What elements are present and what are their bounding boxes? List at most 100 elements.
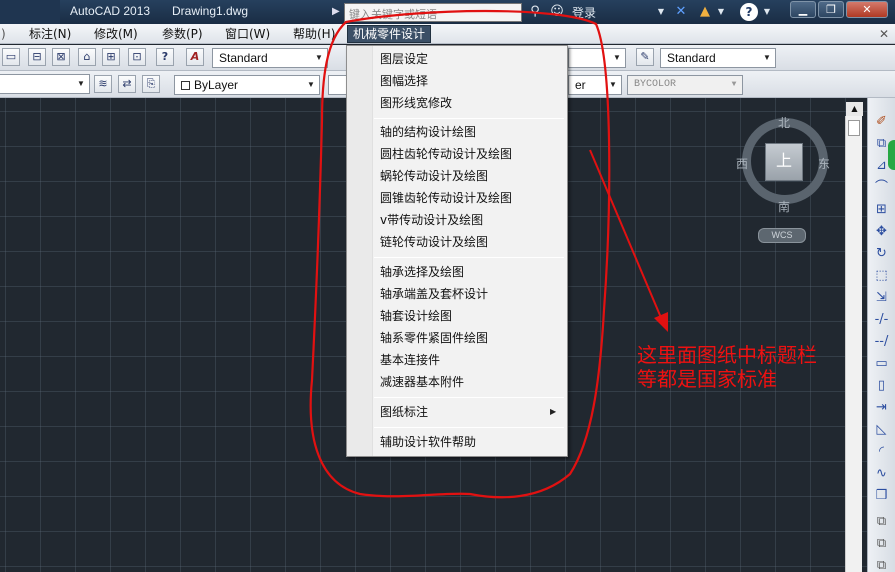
menu-item-fasteners[interactable]: 轴系零件紧固件绘图	[380, 329, 488, 347]
menu-item-drawing-annotation[interactable]: 图纸标注	[380, 403, 428, 421]
compass-east[interactable]: 东	[818, 155, 830, 172]
move-icon[interactable]: ✥	[872, 222, 891, 241]
table-style-icon[interactable]: ✎	[636, 48, 654, 66]
menu-item-bevel-gear[interactable]: 圆锥齿轮传动设计及绘图	[380, 189, 512, 207]
offset-icon[interactable]: ⌒	[872, 178, 891, 197]
tool-icon-2[interactable]: ⊟	[28, 48, 46, 66]
layer-properties-icon[interactable]: ≋	[94, 75, 112, 93]
compass-west[interactable]: 西	[736, 155, 748, 172]
menu-mechanical-parts-design[interactable]: 机械零件设计	[347, 25, 432, 43]
tool-icon-6[interactable]: ⊡	[128, 48, 146, 66]
exchange-icon[interactable]: ✕	[672, 3, 690, 21]
tool-icon-3[interactable]: ⊠	[52, 48, 70, 66]
menu-item-layer-setup[interactable]: 图层设定	[380, 50, 428, 68]
menu-item-spur-gear[interactable]: 圆柱齿轮传动设计及绘图	[380, 145, 512, 163]
binoculars-icon[interactable]: ⚲	[526, 3, 544, 21]
annotation-text-line1: 这里面图纸中标题栏	[637, 343, 817, 367]
chevron-down-icon: ▼	[315, 53, 323, 62]
menu-item-bearing-cap[interactable]: 轴承端盖及套杯设计	[380, 285, 488, 303]
menu-item-sheet-size[interactable]: 图幅选择	[380, 72, 428, 90]
user-icon[interactable]: ☺	[548, 3, 566, 21]
menu-dimension[interactable]: 标注(N)	[26, 26, 74, 42]
scrollbar-thumb[interactable]	[848, 120, 860, 136]
tool-icon-1[interactable]: ▭	[2, 48, 20, 66]
help-toolbar-icon[interactable]: ?	[156, 48, 174, 66]
a360-icon[interactable]: ▲	[696, 3, 714, 21]
group-icon[interactable]: ⧉	[872, 534, 891, 553]
chevron-down-icon: ▼	[609, 80, 617, 89]
login-dropdown-icon[interactable]: ▼	[656, 3, 666, 21]
explode-icon[interactable]: ❒	[872, 486, 891, 505]
menu-help[interactable]: 帮助(H)	[290, 26, 338, 42]
vertical-scrollbar[interactable]: ▲	[845, 102, 863, 572]
linetype-combo-edge[interactable]	[328, 75, 348, 95]
viewcube-top-face[interactable]: 上	[765, 143, 803, 181]
wcs-menu-button[interactable]: WCS	[758, 228, 806, 243]
draworder-icon[interactable]: ⧉	[872, 512, 891, 531]
app-title: AutoCAD 2013	[70, 4, 151, 18]
maximize-button[interactable]: ❐	[818, 1, 844, 18]
extend-icon[interactable]: --/	[872, 332, 891, 351]
fillet-icon[interactable]: ◜	[872, 442, 891, 461]
menu-item-lineweight[interactable]: 图形线宽修改	[380, 94, 452, 112]
menu-item-bearing[interactable]: 轴承选择及绘图	[380, 263, 464, 281]
erase-icon[interactable]: ✐	[872, 112, 891, 131]
layer-previous-icon[interactable]: ⎘	[142, 75, 160, 93]
compass-south[interactable]: 南	[778, 198, 790, 215]
plot-style-combo[interactable]: BYCOLOR ▼	[627, 75, 743, 95]
break-icon[interactable]: ▯	[872, 376, 891, 395]
blend-curves-icon[interactable]: ∿	[872, 464, 891, 483]
chevron-down-icon: ▼	[731, 80, 737, 89]
chevron-down-icon: ▼	[307, 80, 315, 89]
join-icon[interactable]: ⇥	[872, 398, 891, 417]
text-style-icon[interactable]: A	[186, 48, 204, 66]
tool-icon-5[interactable]: ⊞	[102, 48, 120, 66]
ungroup-icon[interactable]: ⧉	[872, 556, 891, 572]
multileader-style-combo[interactable]: Standard ▼	[660, 48, 776, 68]
menu-parametric[interactable]: 参数(P)	[159, 26, 206, 42]
menu-item-sleeve[interactable]: 轴套设计绘图	[380, 307, 452, 325]
text-style-combo[interactable]: Standard ▼	[212, 48, 328, 68]
menu-item-shaft-design[interactable]: 轴的结构设计绘图	[380, 123, 476, 141]
menu-item-help[interactable]: 辅助设计软件帮助	[380, 433, 476, 451]
rotate-icon[interactable]: ↻	[872, 244, 891, 263]
search-expand-icon[interactable]: ▶	[332, 4, 344, 20]
dim-style-combo-tail[interactable]: ▼	[568, 48, 626, 68]
compass-north[interactable]: 北	[778, 114, 790, 131]
make-current-layer-icon[interactable]: ⇄	[118, 75, 136, 93]
array-icon[interactable]: ⊞	[872, 200, 891, 219]
menu-window[interactable]: 窗口(W)	[222, 26, 273, 42]
scale-icon[interactable]: ⬚	[872, 266, 891, 285]
chamfer-icon[interactable]: ◺	[872, 420, 891, 439]
layer-combo[interactable]: ▼	[0, 74, 90, 94]
lineweight-value: er	[575, 78, 586, 92]
menu-modify[interactable]: 修改(M)	[91, 26, 141, 42]
green-status-marker	[888, 140, 895, 170]
menu-item-reducer-accessories[interactable]: 减速器基本附件	[380, 373, 464, 391]
title-bar: AutoCAD 2013 Drawing1.dwg ▶ 键入关键字或短语 ⚲ ☺…	[0, 0, 895, 24]
minimize-button[interactable]: ▁	[790, 1, 816, 18]
scroll-up-icon[interactable]: ▲	[846, 102, 863, 116]
break-at-point-icon[interactable]: ▭	[872, 354, 891, 373]
help-icon[interactable]: ?	[740, 3, 758, 21]
menu-item-connectors[interactable]: 基本连接件	[380, 351, 440, 369]
menu-item-worm-gear[interactable]: 蜗轮传动设计及绘图	[380, 167, 488, 185]
a360-dropdown-icon[interactable]: ▼	[716, 3, 726, 21]
tool-icon-4[interactable]: ⌂	[78, 48, 96, 66]
stretch-icon[interactable]: ⇲	[872, 288, 891, 307]
trim-icon[interactable]: -/-	[872, 310, 891, 329]
chevron-down-icon: ▼	[763, 53, 771, 62]
search-input[interactable]: 键入关键字或短语	[344, 3, 522, 22]
menu-item-sprocket[interactable]: 链轮传动设计及绘图	[380, 233, 488, 251]
login-button[interactable]: 登录	[572, 4, 596, 21]
app-logo-area	[0, 0, 60, 24]
submenu-arrow-icon: ▶	[550, 407, 557, 416]
close-button[interactable]: ✕	[846, 1, 888, 18]
color-combo[interactable]: ByLayer ▼	[174, 75, 320, 95]
menu-item-v-belt[interactable]: v带传动设计及绘图	[380, 211, 483, 229]
menu-separator	[374, 397, 564, 398]
lineweight-combo[interactable]: er ▼	[568, 75, 622, 95]
color-value: ByLayer	[194, 78, 239, 92]
help-dropdown-icon[interactable]: ▼	[762, 3, 772, 21]
menu-bar-close-icon[interactable]: ✕	[876, 26, 892, 42]
